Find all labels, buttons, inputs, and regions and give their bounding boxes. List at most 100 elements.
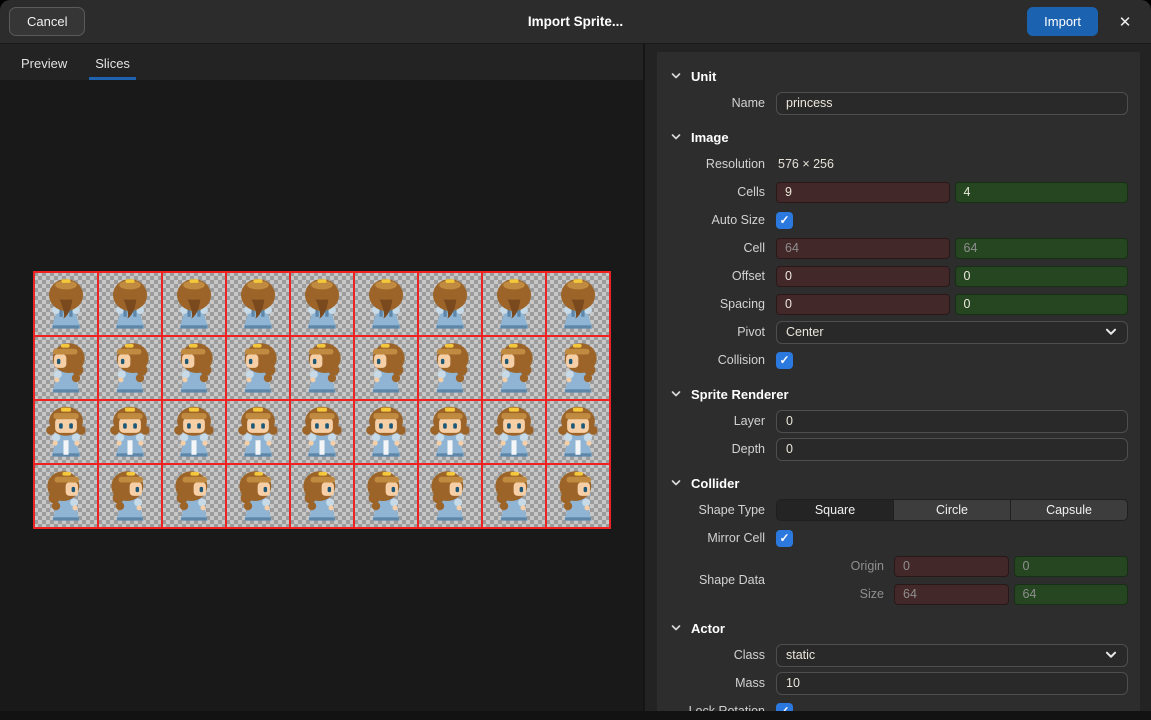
section-header-collider[interactable]: Collider [665,470,1128,496]
row-label: Pivot [665,325,765,339]
tab-label: Preview [21,56,67,71]
section-title: Actor [691,621,725,636]
section-header-image[interactable]: Image [665,124,1128,150]
row-label: Auto Size [665,213,765,227]
row-label: Cell [665,241,765,255]
row-label: Cells [665,185,765,199]
shape-type-segment-square[interactable]: Square [777,500,894,520]
princess-sprite-down [101,404,159,462]
offset-x-field[interactable]: 0 [776,266,950,287]
row-label: Spacing [665,297,765,311]
spacing-x-field[interactable]: 0 [776,294,950,315]
princess-sprite-right [229,468,287,526]
sprite-cell [482,400,546,464]
cells-x-field[interactable]: 9 [776,182,950,203]
sprite-cell [226,400,290,464]
sprite-cell [354,464,418,528]
size-y-field: 64 [1014,584,1129,605]
princess-sprite-right [421,468,479,526]
collision-checkbox[interactable]: ✓ [776,352,793,369]
row-label: Name [665,96,765,110]
form-row-resolution: Resolution576 × 256 [665,150,1128,178]
offset-y-field[interactable]: 0 [955,266,1129,287]
row-label: Shape Data [665,573,765,587]
inspector-pane: Unit Name princess Image Resolution576 × 256… [643,44,1151,720]
chevron-down-icon [670,477,682,489]
chevron-down-icon [670,388,682,400]
section-header-actor[interactable]: Actor [665,615,1128,641]
form-row-shape-type: Shape TypeSquareCircleCapsule [665,496,1128,524]
sprite-cell [290,400,354,464]
shape-type-segment-circle[interactable]: Circle [894,500,1011,520]
import-settings-form: Unit Name princess Image Resolution576 × 256… [657,52,1140,720]
princess-sprite-down [293,404,351,462]
sprite-sheet-preview [33,271,611,529]
princess-sprite-up [485,276,543,334]
class-selected-value: static [786,648,815,662]
mirror-cell-checkbox[interactable]: ✓ [776,530,793,547]
close-icon[interactable]: ✕ [1112,9,1138,35]
sprite-cell [482,272,546,336]
princess-sprite-up [357,276,415,334]
princess-sprite-right [165,468,223,526]
princess-sprite-up [37,276,95,334]
check-icon: ✓ [779,532,789,544]
princess-sprite-left [165,340,223,398]
princess-sprite-right [37,468,95,526]
spacing-y-field[interactable]: 0 [955,294,1129,315]
sprite-cell [482,464,546,528]
sprite-cell [226,272,290,336]
form-row-layer: Layer0 [665,407,1128,435]
sprite-cell [354,272,418,336]
name-input[interactable]: princess [776,92,1128,115]
auto-size-checkbox[interactable]: ✓ [776,212,793,229]
cells-y-field[interactable]: 4 [955,182,1129,203]
layer-input[interactable]: 0 [776,410,1128,433]
class-select[interactable]: static [776,644,1128,667]
sprite-cell [226,336,290,400]
form-row-mirror-cell: Mirror Cell✓ [665,524,1128,552]
princess-sprite-left [549,340,607,398]
sprite-cell [34,464,98,528]
form-row-class: Classstatic [665,641,1128,669]
princess-sprite-left [37,340,95,398]
import-button[interactable]: Import [1027,7,1098,36]
window-bottom-edge [0,711,1151,720]
princess-sprite-up [165,276,223,334]
princess-sprite-down [549,404,607,462]
princess-sprite-up [549,276,607,334]
sprite-cell [226,464,290,528]
princess-sprite-right [549,468,607,526]
sprite-cell [98,464,162,528]
sprite-cell [354,336,418,400]
tab-label: Slices [95,56,130,71]
form-row-name: Name princess [665,89,1128,117]
form-row-spacing: Spacing 00 [665,290,1128,318]
form-row-shape-data: Shape DataOrigin00Size6464 [665,552,1128,608]
form-row-mass: Mass10 [665,669,1128,697]
princess-sprite-down [485,404,543,462]
import-sprite-dialog: Cancel Import Sprite... Import ✕ Preview… [0,0,1151,720]
sprite-cell [34,400,98,464]
section-header-unit[interactable]: Unit [665,63,1128,89]
tab-slices[interactable]: Slices [89,56,136,80]
shape-type-segmented-control: SquareCircleCapsule [776,499,1128,521]
mass-input[interactable]: 10 [776,672,1128,695]
sprite-cell [418,400,482,464]
section-title: Image [691,130,729,145]
pivot-select[interactable]: Center [776,321,1128,344]
princess-sprite-up [101,276,159,334]
depth-input[interactable]: 0 [776,438,1128,461]
form-row-depth: Depth0 [665,435,1128,463]
form-row-cell: Cell6464 [665,234,1128,262]
origin-y-field: 0 [1014,556,1129,577]
sprite-cell [418,336,482,400]
princess-sprite-down [421,404,479,462]
sprite-cell [162,464,226,528]
sprite-cell [546,464,610,528]
section-header-sprite-renderer[interactable]: Sprite Renderer [665,381,1128,407]
sprite-cell [98,272,162,336]
tab-preview[interactable]: Preview [15,56,73,80]
shape-type-segment-capsule[interactable]: Capsule [1011,500,1127,520]
cancel-button[interactable]: Cancel [9,7,85,36]
